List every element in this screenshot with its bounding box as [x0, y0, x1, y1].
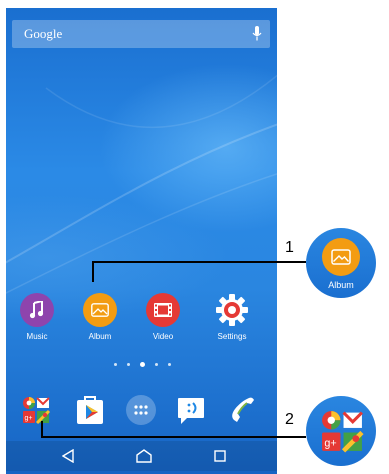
app-music[interactable]: Music — [9, 293, 65, 341]
page-indicator — [114, 362, 171, 367]
app-video[interactable]: Video — [135, 293, 191, 341]
phone-screen: Google Music Album Video Settings g+ — [6, 8, 277, 474]
callout-1-line-vertical — [92, 262, 94, 282]
page-dot — [168, 363, 171, 366]
svg-text:g+: g+ — [25, 415, 33, 422]
phone-icon[interactable] — [222, 390, 262, 430]
callout-2-zoom: g+ — [306, 396, 376, 466]
video-icon — [146, 293, 180, 327]
callout-2-line-vertical — [41, 421, 43, 437]
gear-icon — [215, 293, 249, 327]
back-icon[interactable] — [59, 448, 77, 464]
google-folder-icon: g+ — [322, 411, 364, 453]
callout-1-number: 1 — [285, 239, 294, 256]
navigation-bar — [6, 441, 277, 471]
page-dot — [155, 363, 158, 366]
svg-text:g+: g+ — [324, 437, 336, 449]
google-search-bar[interactable]: Google — [12, 20, 270, 48]
recents-icon[interactable] — [211, 448, 229, 464]
play-store-icon[interactable] — [70, 390, 110, 430]
app-drawer-icon[interactable] — [121, 390, 161, 430]
app-label-music: Music — [26, 332, 48, 341]
google-folder-icon[interactable]: g+ — [16, 390, 56, 430]
callout-1-zoom-label: Album — [328, 280, 354, 290]
app-label-video: Video — [152, 332, 174, 341]
mic-icon[interactable] — [252, 26, 262, 47]
google-search-brand: Google — [24, 26, 63, 41]
callout-1-line-horizontal — [92, 261, 306, 263]
page-dot — [114, 363, 117, 366]
callout-2-number: 2 — [285, 411, 294, 428]
album-icon — [322, 238, 360, 276]
callout-1-zoom: Album — [306, 228, 376, 298]
app-label-album: Album — [88, 332, 112, 341]
app-label-settings: Settings — [217, 332, 247, 341]
music-icon — [20, 293, 54, 327]
app-album[interactable]: Album — [72, 293, 128, 341]
app-settings[interactable]: Settings — [204, 293, 260, 341]
page-dot — [127, 363, 130, 366]
callout-2-line-horizontal — [41, 436, 306, 438]
album-icon — [83, 293, 117, 327]
home-icon[interactable] — [135, 448, 153, 464]
messaging-icon[interactable] — [171, 390, 211, 430]
page-dot-active — [140, 362, 145, 367]
